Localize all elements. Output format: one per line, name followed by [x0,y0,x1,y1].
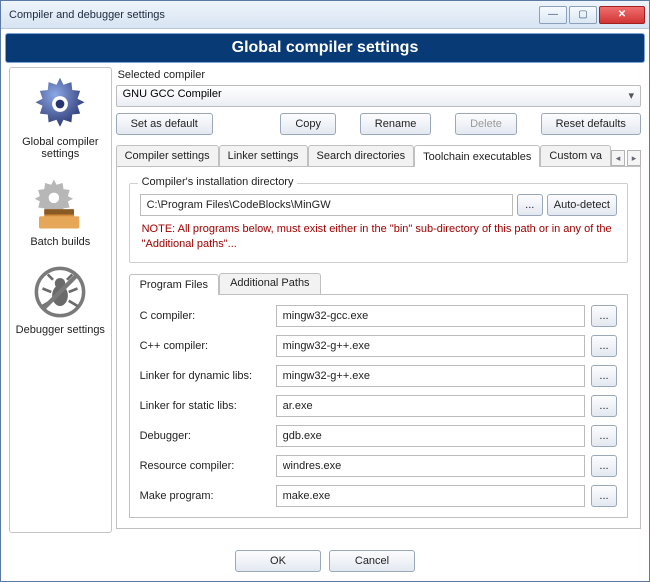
browse-debugger[interactable]: ... [591,425,617,447]
label-resource-compiler: Resource compiler: [140,460,270,472]
install-dir-note: NOTE: All programs below, must exist eit… [142,222,615,252]
install-dir-row: ... Auto-detect [140,194,617,216]
reset-defaults-button[interactable]: Reset defaults [541,113,641,135]
label-cpp-compiler: C++ compiler: [140,340,270,352]
cancel-button[interactable]: Cancel [329,550,415,572]
install-dir-browse-button[interactable]: ... [517,194,543,216]
label-static-linker: Linker for static libs: [140,400,270,412]
program-files-panel: C compiler: ... C++ compiler: ... Linker… [129,295,628,518]
close-button[interactable]: ✕ [599,6,645,24]
batch-build-icon [32,176,88,232]
browse-resource-compiler[interactable]: ... [591,455,617,477]
row-cpp-compiler: C++ compiler: ... [140,335,617,357]
debugger-icon [32,264,88,320]
auto-detect-button[interactable]: Auto-detect [547,194,617,216]
compiler-dropdown-value: GNU GCC Compiler [123,88,222,100]
row-debugger: Debugger: ... [140,425,617,447]
subtab-additional-paths[interactable]: Additional Paths [219,273,321,294]
subtab-program-files[interactable]: Program Files [129,274,219,295]
sidebar-item-label: Global compiler settings [14,136,107,160]
browse-c-compiler[interactable]: ... [591,305,617,327]
row-static-linker: Linker for static libs: ... [140,395,617,417]
label-make-program: Make program: [140,490,270,502]
minimize-button[interactable]: — [539,6,567,24]
row-make-program: Make program: ... [140,485,617,507]
install-dir-input[interactable] [140,194,513,216]
sidebar: Global compiler settings Batch builds De… [9,67,112,533]
browse-static-linker[interactable]: ... [591,395,617,417]
input-dynamic-linker[interactable] [276,365,585,387]
selected-compiler-label: Selected compiler [118,69,641,81]
install-dir-fieldset: Compiler's installation directory ... Au… [129,183,628,263]
tab-linker-settings[interactable]: Linker settings [219,145,308,166]
install-dir-legend: Compiler's installation directory [138,176,298,188]
browse-make-program[interactable]: ... [591,485,617,507]
tab-scroll-nav: ◂ ▸ [611,150,641,166]
row-resource-compiler: Resource compiler: ... [140,455,617,477]
compiler-action-row: Set as default Copy Rename Delete Reset … [116,113,641,135]
body: Global compiler settings Batch builds De… [1,67,649,541]
copy-button[interactable]: Copy [280,113,336,135]
dialog-footer: OK Cancel [1,541,649,581]
gear-icon [32,76,88,132]
label-c-compiler: C compiler: [140,310,270,322]
input-debugger[interactable] [276,425,585,447]
tab-toolchain-executables[interactable]: Toolchain executables [414,145,540,167]
input-make-program[interactable] [276,485,585,507]
input-static-linker[interactable] [276,395,585,417]
titlebar[interactable]: Compiler and debugger settings — ▢ ✕ [1,1,649,29]
banner-title: Global compiler settings [5,33,645,63]
sidebar-item-label: Batch builds [30,236,90,248]
sidebar-item-label: Debugger settings [16,324,105,336]
tab-scroll-left[interactable]: ◂ [611,150,625,166]
delete-button: Delete [455,113,517,135]
tab-custom-vars[interactable]: Custom va [540,145,611,166]
input-resource-compiler[interactable] [276,455,585,477]
settings-tabs: Compiler settings Linker settings Search… [116,143,641,167]
browse-cpp-compiler[interactable]: ... [591,335,617,357]
ok-button[interactable]: OK [235,550,321,572]
label-debugger: Debugger: [140,430,270,442]
rename-button[interactable]: Rename [360,113,432,135]
row-dynamic-linker: Linker for dynamic libs: ... [140,365,617,387]
sidebar-item-global-compiler[interactable]: Global compiler settings [14,76,107,160]
tab-scroll-right[interactable]: ▸ [627,150,641,166]
compiler-dropdown[interactable]: GNU GCC Compiler [116,85,641,107]
input-c-compiler[interactable] [276,305,585,327]
input-cpp-compiler[interactable] [276,335,585,357]
tab-search-directories[interactable]: Search directories [308,145,415,166]
label-dynamic-linker: Linker for dynamic libs: [140,370,270,382]
browse-dynamic-linker[interactable]: ... [591,365,617,387]
set-default-button[interactable]: Set as default [116,113,213,135]
maximize-button[interactable]: ▢ [569,6,597,24]
sidebar-item-debugger[interactable]: Debugger settings [14,264,107,336]
tab-compiler-settings[interactable]: Compiler settings [116,145,219,166]
window-title: Compiler and debugger settings [9,9,539,21]
row-c-compiler: C compiler: ... [140,305,617,327]
program-subtabs: Program Files Additional Paths [129,273,628,295]
sidebar-item-batch-builds[interactable]: Batch builds [14,176,107,248]
main-panel: Selected compiler GNU GCC Compiler Set a… [116,67,641,533]
window-controls: — ▢ ✕ [539,6,645,24]
window: Compiler and debugger settings — ▢ ✕ Glo… [0,0,650,582]
toolchain-panel: Compiler's installation directory ... Au… [116,167,641,529]
